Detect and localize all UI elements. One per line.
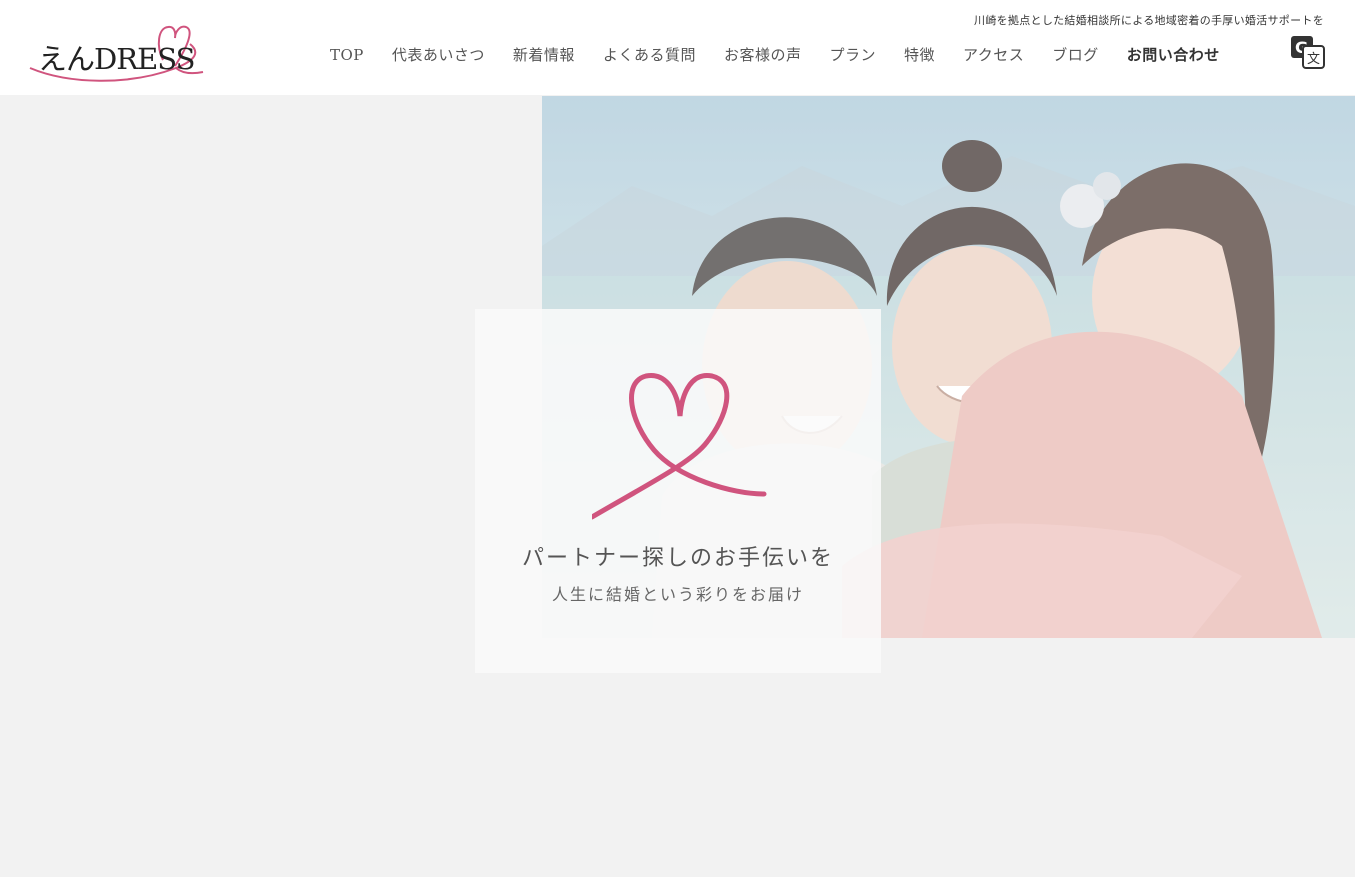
site-header: えんDRESS 川崎を拠点とした結婚相談所による地域密着の手厚い婚活サポートを … — [0, 0, 1355, 95]
site-logo[interactable]: えんDRESS — [28, 22, 208, 88]
heart-ribbon-icon — [589, 372, 772, 526]
hero-subcopy: 人生に結婚という彩りをお届け — [551, 585, 804, 604]
logo-text: えんDRESS — [38, 42, 195, 76]
nav-features[interactable]: 特徴 — [890, 44, 949, 65]
nav-greeting[interactable]: 代表あいさつ — [378, 44, 499, 65]
nav-plan[interactable]: プラン — [815, 44, 890, 65]
nav-news[interactable]: 新着情報 — [499, 44, 589, 65]
nav-faq[interactable]: よくある質問 — [589, 44, 710, 65]
nav-blog[interactable]: ブログ — [1038, 44, 1113, 65]
main-nav: TOP 代表あいさつ 新着情報 よくある質問 お客様の声 プラン 特徴 アクセス… — [316, 44, 1234, 65]
hero-catchphrase: パートナー探しのお手伝いを — [521, 546, 834, 571]
svg-text:文: 文 — [1307, 52, 1320, 67]
nav-access[interactable]: アクセス — [949, 44, 1038, 65]
nav-contact[interactable]: お問い合わせ — [1113, 44, 1234, 65]
nav-voices[interactable]: お客様の声 — [710, 44, 816, 65]
nav-top[interactable]: TOP — [316, 46, 378, 64]
google-translate-icon[interactable]: G 文 — [1290, 35, 1326, 71]
header-tagline: 川崎を拠点とした結婚相談所による地域密着の手厚い婚活サポートを — [974, 14, 1324, 27]
